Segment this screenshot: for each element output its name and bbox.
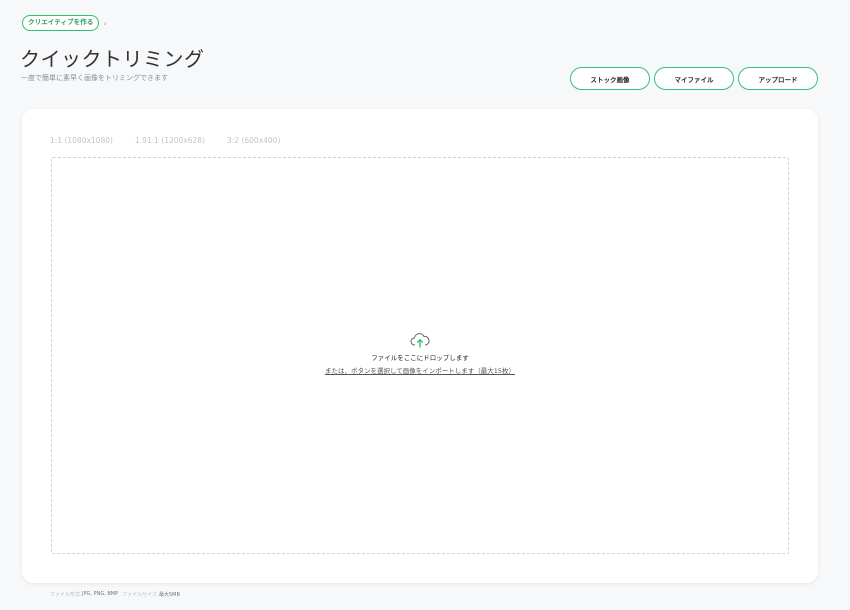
breadcrumb-create-creative-link[interactable]: クリエイティブを作る (22, 15, 100, 31)
cloud-upload-icon (410, 333, 430, 348)
tab-ratio-1-91-1[interactable]: 1.91:1 (1200x628) (135, 136, 205, 145)
stock-images-button[interactable]: ストック画像 (570, 67, 650, 90)
source-buttons: ストック画像 マイファイル アップロード (570, 67, 818, 90)
file-requirements: ファイル形式 JPG, PNG, BMP ファイルサイズ 最大5MB (50, 591, 184, 598)
file-format-label: ファイル形式 (50, 592, 81, 598)
aspect-ratio-tabs: 1:1 (1080x1080) 1.91:1 (1200x628) 3:2 (6… (50, 136, 302, 145)
dropzone-content: ファイルをここにドロップします または、ボタンを選択して画像をインポートします（… (52, 331, 788, 375)
dropzone-title: ファイルをここにドロップします (371, 354, 469, 362)
quick-trimming-page: クリエイティブを作る › クイックトリミング 一度で簡単に素早く画像をトリミング… (0, 0, 850, 610)
tab-ratio-3-2[interactable]: 3:2 (600x400) (227, 136, 280, 145)
breadcrumb: クリエイティブを作る › (22, 15, 107, 31)
import-images-link[interactable]: または、ボタンを選択して画像をインポートします（最大15枚） (325, 365, 515, 375)
breadcrumb-separator: › (103, 18, 107, 28)
file-dropzone[interactable]: ファイルをここにドロップします または、ボタンを選択して画像をインポートします（… (51, 157, 789, 554)
my-files-button[interactable]: マイファイル (654, 67, 734, 90)
file-format-value: JPG, PNG, BMP (82, 591, 119, 597)
trimming-card: 1:1 (1080x1080) 1.91:1 (1200x628) 3:2 (6… (22, 109, 818, 583)
upload-button[interactable]: アップロード (738, 67, 818, 90)
file-size-value: 最大5MB (159, 592, 180, 598)
tab-ratio-1-1[interactable]: 1:1 (1080x1080) (50, 136, 113, 145)
page-title: クイックトリミング (20, 47, 205, 71)
page-subtitle: 一度で簡単に素早く画像をトリミングできます (21, 74, 168, 82)
file-size-label: ファイルサイズ (122, 592, 157, 598)
